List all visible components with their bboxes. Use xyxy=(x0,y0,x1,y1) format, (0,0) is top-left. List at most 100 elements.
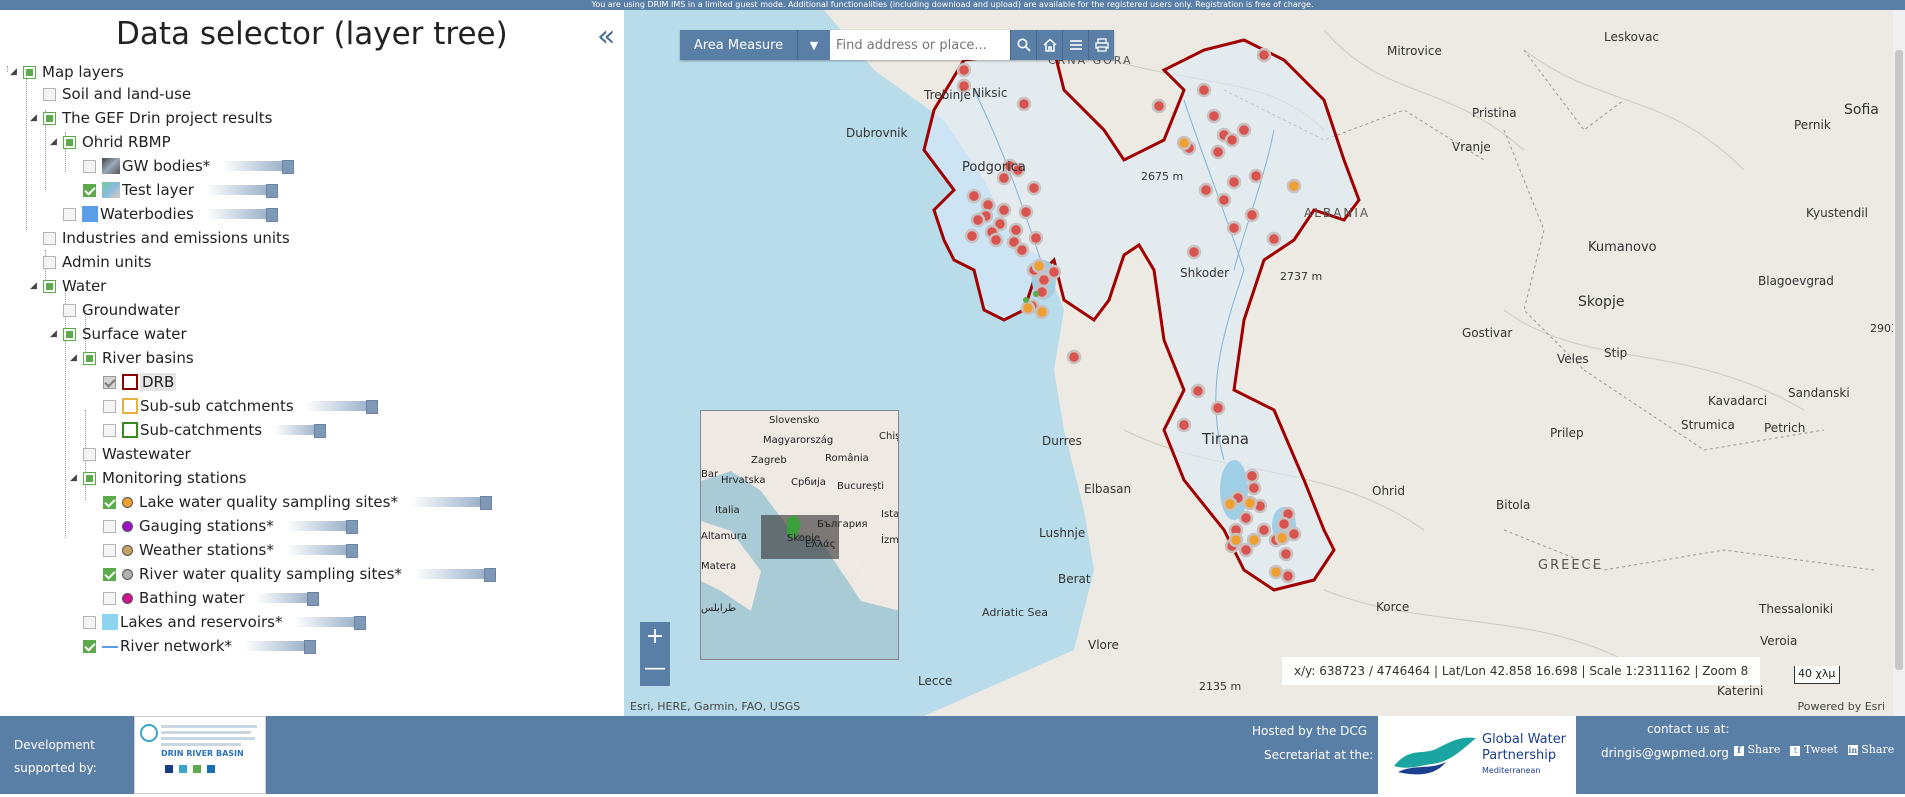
print-icon[interactable] xyxy=(1088,30,1114,60)
layer-checkbox[interactable] xyxy=(103,375,116,389)
layer-row-test-layer[interactable]: Test layer xyxy=(70,179,278,201)
layer-row-industries-and-emissions-units[interactable]: Industries and emissions units xyxy=(30,227,290,249)
layer-row-monitoring-stations[interactable]: ◢ Monitoring stations xyxy=(70,467,246,489)
layer-row-river-network[interactable]: River network* xyxy=(70,635,317,657)
zoom-out-button[interactable]: — xyxy=(640,654,670,686)
layer-label[interactable]: Sub-catchments xyxy=(140,421,262,439)
opacity-slider[interactable] xyxy=(256,592,319,606)
opacity-slider[interactable] xyxy=(205,208,278,222)
layer-label[interactable]: Admin units xyxy=(62,253,151,271)
layer-row-drb[interactable]: DRB xyxy=(90,371,177,393)
layer-label[interactable]: Monitoring stations xyxy=(102,469,246,487)
expand-toggle-icon[interactable]: ◢ xyxy=(10,67,19,77)
search-input[interactable] xyxy=(830,30,1010,60)
layer-checkbox[interactable] xyxy=(63,303,76,317)
layer-checkbox[interactable] xyxy=(103,591,116,605)
layer-checkbox[interactable] xyxy=(83,447,96,461)
tweet-button[interactable]: t Tweet xyxy=(1790,743,1838,756)
drin-project-logo[interactable]: DRIN RIVER BASIN xyxy=(134,716,266,794)
layer-checkbox[interactable] xyxy=(83,351,96,365)
layer-checkbox[interactable] xyxy=(43,111,56,125)
opacity-slider[interactable] xyxy=(294,616,367,630)
layer-checkbox[interactable] xyxy=(83,471,96,485)
powered-by-esri[interactable]: Powered by Esri xyxy=(1797,700,1885,713)
expand-toggle-icon[interactable]: ◢ xyxy=(50,329,59,339)
layer-row-surface-water[interactable]: ◢ Surface water xyxy=(50,323,187,345)
layer-label[interactable]: Waterbodies xyxy=(100,205,194,223)
opacity-slider[interactable] xyxy=(222,160,295,174)
layer-label[interactable]: The GEF Drin project results xyxy=(62,109,272,127)
layer-row-weather-stations[interactable]: Weather stations* xyxy=(90,539,358,561)
layer-row-river-water-quality-sampling-sites[interactable]: River water quality sampling sites* xyxy=(90,563,496,585)
search-icon[interactable] xyxy=(1010,30,1036,60)
layer-row-bathing-water[interactable]: Bathing water xyxy=(90,587,319,609)
zoom-in-button[interactable]: + xyxy=(640,622,670,654)
layer-checkbox[interactable] xyxy=(63,135,76,149)
opacity-slider[interactable] xyxy=(285,520,358,534)
opacity-slider[interactable] xyxy=(409,496,492,510)
layer-checkbox[interactable] xyxy=(63,327,76,341)
layer-label[interactable]: River water quality sampling sites* xyxy=(139,565,402,583)
opacity-slider[interactable] xyxy=(274,424,327,438)
layer-label[interactable]: Ohrid RBMP xyxy=(82,133,171,151)
layer-row-gw-bodies[interactable]: GW bodies* xyxy=(70,155,295,177)
layer-row-soil-and-land-use[interactable]: Soil and land-use xyxy=(30,83,191,105)
layer-checkbox[interactable] xyxy=(63,207,76,221)
layer-label[interactable]: River basins xyxy=(102,349,194,367)
layer-label[interactable]: Map layers xyxy=(42,63,124,81)
opacity-slider[interactable] xyxy=(205,184,278,198)
opacity-slider[interactable] xyxy=(244,640,317,654)
layer-label[interactable]: Soil and land-use xyxy=(62,85,191,103)
layer-label[interactable]: DRB xyxy=(140,373,177,391)
layer-row-wastewater[interactable]: Wastewater xyxy=(70,443,191,465)
expand-toggle-icon[interactable]: ◢ xyxy=(30,113,39,123)
area-measure-button[interactable]: Area Measure xyxy=(680,30,798,60)
layer-label[interactable]: Wastewater xyxy=(102,445,191,463)
vertical-scrollbar[interactable] xyxy=(1893,10,1905,716)
contact-email-link[interactable]: dringis@gwpmed.org xyxy=(1601,746,1729,760)
layer-label[interactable]: Lake water quality sampling sites* xyxy=(139,493,398,511)
layer-row-sub-catchments[interactable]: Sub-catchments xyxy=(90,419,327,441)
overview-map[interactable]: Slovensko Magyarország Chiș Zagreb România Hr… xyxy=(700,410,899,660)
layer-label[interactable]: Surface water xyxy=(82,325,187,343)
opacity-slider[interactable] xyxy=(413,568,496,582)
layer-checkbox[interactable] xyxy=(103,519,116,533)
layer-row-ohrid-rbmp[interactable]: ◢ Ohrid RBMP xyxy=(50,131,171,153)
layer-label[interactable]: Weather stations* xyxy=(139,541,274,559)
chevron-down-icon[interactable]: ▼ xyxy=(798,30,830,60)
layer-label[interactable]: Lakes and reservoirs* xyxy=(120,613,282,631)
expand-toggle-icon[interactable]: ◢ xyxy=(50,137,59,147)
layer-checkbox[interactable] xyxy=(83,639,96,653)
home-icon[interactable] xyxy=(1036,30,1062,60)
linkedin-share-button[interactable]: in Share xyxy=(1847,743,1894,756)
layer-row-the-gef-drin-project-results[interactable]: ◢ The GEF Drin project results xyxy=(30,107,272,129)
layer-row-admin-units[interactable]: Admin units xyxy=(30,251,151,273)
layer-row-lake-water-quality-sampling-sites[interactable]: Lake water quality sampling sites* xyxy=(90,491,492,513)
layer-checkbox[interactable] xyxy=(83,615,96,629)
expand-toggle-icon[interactable]: ◢ xyxy=(30,281,39,291)
expand-toggle-icon[interactable]: ◢ xyxy=(70,353,79,363)
expand-toggle-icon[interactable]: ◢ xyxy=(70,473,79,483)
layer-checkbox[interactable] xyxy=(83,183,96,197)
opacity-slider[interactable] xyxy=(305,400,378,414)
map-view[interactable]: Leskovac Mitrovice Trebinje Niksic Pristina S… xyxy=(624,10,1905,716)
menu-icon[interactable] xyxy=(1062,30,1088,60)
collapse-panel-icon[interactable]: « xyxy=(597,22,615,52)
layer-checkbox[interactable] xyxy=(43,87,56,101)
layer-row-gauging-stations[interactable]: Gauging stations* xyxy=(90,515,358,537)
layer-label[interactable]: Water xyxy=(62,277,106,295)
layer-row-groundwater[interactable]: Groundwater xyxy=(50,299,180,321)
layer-checkbox[interactable] xyxy=(83,159,96,173)
layer-checkbox[interactable] xyxy=(103,495,116,509)
gwp-med-logo[interactable]: Global Water Partnership Mediterranean xyxy=(1378,716,1576,794)
layer-label[interactable]: Groundwater xyxy=(82,301,180,319)
layer-row-water[interactable]: ◢ Water xyxy=(30,275,106,297)
layer-checkbox[interactable] xyxy=(103,567,116,581)
opacity-slider[interactable] xyxy=(285,544,358,558)
layer-label[interactable]: Industries and emissions units xyxy=(62,229,290,247)
layer-checkbox[interactable] xyxy=(43,279,56,293)
facebook-share-button[interactable]: f Share xyxy=(1734,743,1780,756)
layer-row-sub-sub-catchments[interactable]: Sub-sub catchments xyxy=(90,395,378,417)
layer-row-map-layers[interactable]: ◢ Map layers xyxy=(10,61,124,83)
layer-label[interactable]: Sub-sub catchments xyxy=(140,397,294,415)
